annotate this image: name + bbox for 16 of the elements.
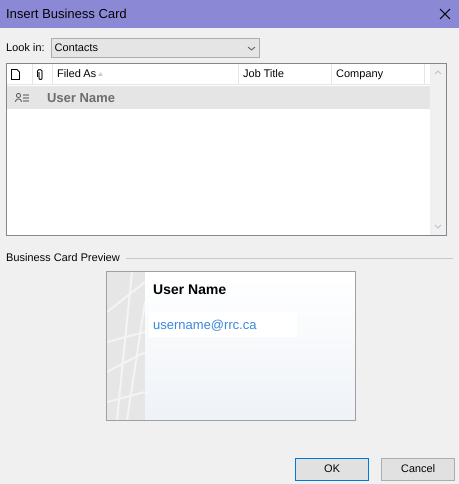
dialog-button[interactable]: Cancel bbox=[381, 458, 455, 480]
look-in-label: Look in: bbox=[6, 40, 45, 56]
contact-card-icon bbox=[15, 93, 30, 102]
card-email: username@rrc.ca bbox=[149, 312, 297, 337]
chevron-down-icon bbox=[246, 46, 256, 50]
contact-row[interactable]: User Name bbox=[7, 86, 430, 109]
dialog-button[interactable]: OK bbox=[295, 458, 369, 480]
document-icon bbox=[11, 68, 20, 80]
contact-name: User Name bbox=[47, 88, 115, 107]
look-in-dropdown[interactable]: Contacts bbox=[50, 38, 260, 58]
window-title: Insert Business Card bbox=[6, 5, 127, 24]
paperclip-icon bbox=[37, 68, 44, 80]
close-icon[interactable] bbox=[439, 8, 451, 20]
sort-up-icon bbox=[98, 72, 104, 76]
section-label: Business Card Preview bbox=[6, 251, 120, 266]
card-name: User Name bbox=[153, 280, 228, 298]
